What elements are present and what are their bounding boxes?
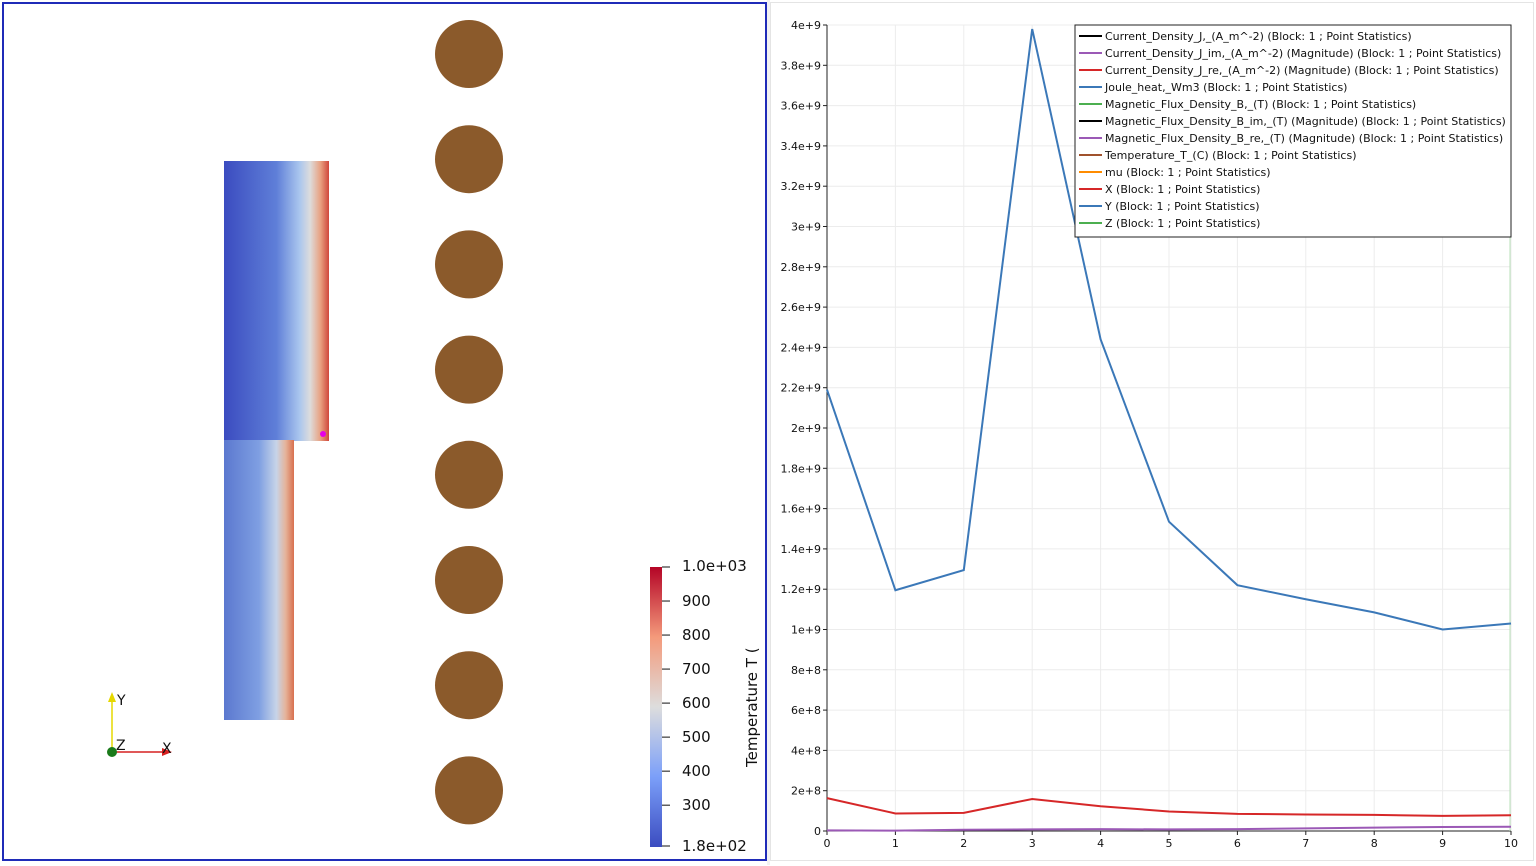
coil-turn[interactable]: [435, 335, 503, 404]
x-tick-label: 7: [1302, 837, 1309, 850]
y-tick-label: 8e+8: [791, 664, 821, 677]
orientation-axes: Y X Z: [107, 692, 172, 757]
y-tick-label: 4e+9: [791, 19, 821, 32]
legend-entry[interactable]: mu (Block: 1 ; Point Statistics): [1105, 166, 1271, 179]
color-legend[interactable]: 1.0e+03 900 800 700 600 500 400 300 1.8e+02 Te…: [650, 557, 761, 855]
x-tick-label: 8: [1371, 837, 1378, 850]
legend-entry[interactable]: Current_Density_J_im,_(A_m^-2) (Magnitud…: [1105, 47, 1501, 60]
x-tick-label: 9: [1439, 837, 1446, 850]
render-view-3d[interactable]: Y X Z 1.0e+03 900 800 700 600 500 400 300 1.8e…: [2, 2, 767, 861]
y-tick-label: 1.4e+9: [781, 543, 821, 556]
coil-turn[interactable]: [435, 20, 503, 88]
colorbar-tick-label: 500: [682, 728, 711, 746]
y-tick-label: 2e+9: [791, 422, 821, 435]
coil-turn[interactable]: [435, 440, 503, 509]
y-tick-label: 2.4e+9: [781, 341, 821, 354]
legend-entry[interactable]: Y (Block: 1 ; Point Statistics): [1104, 200, 1260, 213]
coil-turn[interactable]: [435, 756, 503, 825]
y-tick-label: 2.8e+9: [781, 261, 821, 274]
induction-coil[interactable]: [435, 20, 503, 825]
x-tick-label: 3: [1029, 837, 1036, 850]
y-tick-label: 2.2e+9: [781, 382, 821, 395]
workpiece-lower-section: [224, 440, 294, 720]
legend-entry[interactable]: Magnetic_Flux_Density_B_re,_(T) (Magnitu…: [1105, 132, 1503, 145]
y-tick-label: 1.6e+9: [781, 503, 821, 516]
y-tick-label: 1e+9: [791, 624, 821, 637]
render-canvas[interactable]: Y X Z 1.0e+03 900 800 700 600 500 400 300 1.8e…: [4, 4, 765, 859]
workpiece-upper-section: [224, 161, 329, 441]
coil-turn[interactable]: [435, 125, 503, 194]
y-tick-label: 2e+8: [791, 785, 821, 798]
line-chart-view[interactable]: 0 1 2 3 4 5 6 7 8 9 10 0 2e+8 4e+8 6e+8 8e+8 1e+9 1.2e+9 1…: [770, 2, 1534, 861]
colorbar: [650, 567, 662, 847]
y-tick-label: 3e+9: [791, 221, 821, 234]
x-tick-label: 0: [824, 837, 831, 850]
workpiece-mesh[interactable]: [224, 161, 329, 720]
legend-entry[interactable]: Z (Block: 1 ; Point Statistics): [1105, 217, 1260, 230]
colorbar-tick-label: 300: [682, 796, 711, 814]
legend-entry[interactable]: Magnetic_Flux_Density_B_im,_(T) (Magnitu…: [1105, 115, 1506, 128]
legend-entry[interactable]: Temperature_T_(C) (Block: 1 ; Point Stat…: [1104, 149, 1357, 162]
colorbar-tick-label: 400: [682, 762, 711, 780]
legend-entry[interactable]: Magnetic_Flux_Density_B,_(T) (Block: 1 ;…: [1105, 98, 1416, 111]
colorbar-min-label: 1.8e+02: [682, 837, 747, 855]
coil-turn[interactable]: [435, 651, 503, 720]
legend-entry[interactable]: Current_Density_J,_(A_m^-2) (Block: 1 ; …: [1105, 30, 1412, 43]
y-tick-label: 4e+8: [791, 744, 821, 757]
legend-entry[interactable]: Joule_heat,_Wm3 (Block: 1 ; Point Statis…: [1104, 81, 1347, 94]
y-tick-label: 3.8e+9: [781, 59, 821, 72]
legend-entry[interactable]: X (Block: 1 ; Point Statistics): [1105, 183, 1260, 196]
colorbar-max-label: 1.0e+03: [682, 557, 747, 575]
y-tick-label: 1.2e+9: [781, 583, 821, 596]
x-tick-label: 4: [1097, 837, 1104, 850]
axis-label-z: Z: [116, 738, 126, 754]
axis-label-y: Y: [116, 693, 126, 709]
x-tick-label: 5: [1166, 837, 1173, 850]
y-tick-label: 3.4e+9: [781, 140, 821, 153]
probe-point-marker[interactable]: [320, 431, 326, 437]
legend-entry[interactable]: Current_Density_J_re,_(A_m^-2) (Magnitud…: [1105, 64, 1499, 77]
y-tick-label: 2.6e+9: [781, 301, 821, 314]
y-tick-label: 0: [814, 825, 821, 838]
colorbar-tick-label: 800: [682, 626, 711, 644]
x-tick-label: 2: [960, 837, 967, 850]
y-tick-label: 3.2e+9: [781, 180, 821, 193]
y-tick-label: 6e+8: [791, 704, 821, 717]
coil-turn[interactable]: [435, 546, 503, 614]
line-chart[interactable]: 0 1 2 3 4 5 6 7 8 9 10 0 2e+8 4e+8 6e+8 8e+8 1e+9 1.2e+9 1…: [771, 3, 1535, 862]
x-tick-label: 6: [1234, 837, 1241, 850]
colorbar-tick-label: 600: [682, 694, 711, 712]
chart-legend[interactable]: Current_Density_J,_(A_m^-2) (Block: 1 ; …: [1074, 24, 1512, 238]
colorbar-title: Temperature T (: [743, 647, 761, 768]
x-tick-label: 10: [1504, 837, 1518, 850]
y-tick-label: 3.6e+9: [781, 100, 821, 113]
y-tick-label: 1.8e+9: [781, 462, 821, 475]
coil-turn[interactable]: [435, 230, 503, 299]
colorbar-tick-label: 700: [682, 660, 711, 678]
colorbar-tick-label: 900: [682, 592, 711, 610]
x-tick-label: 1: [892, 837, 899, 850]
axis-label-x: X: [162, 741, 172, 757]
